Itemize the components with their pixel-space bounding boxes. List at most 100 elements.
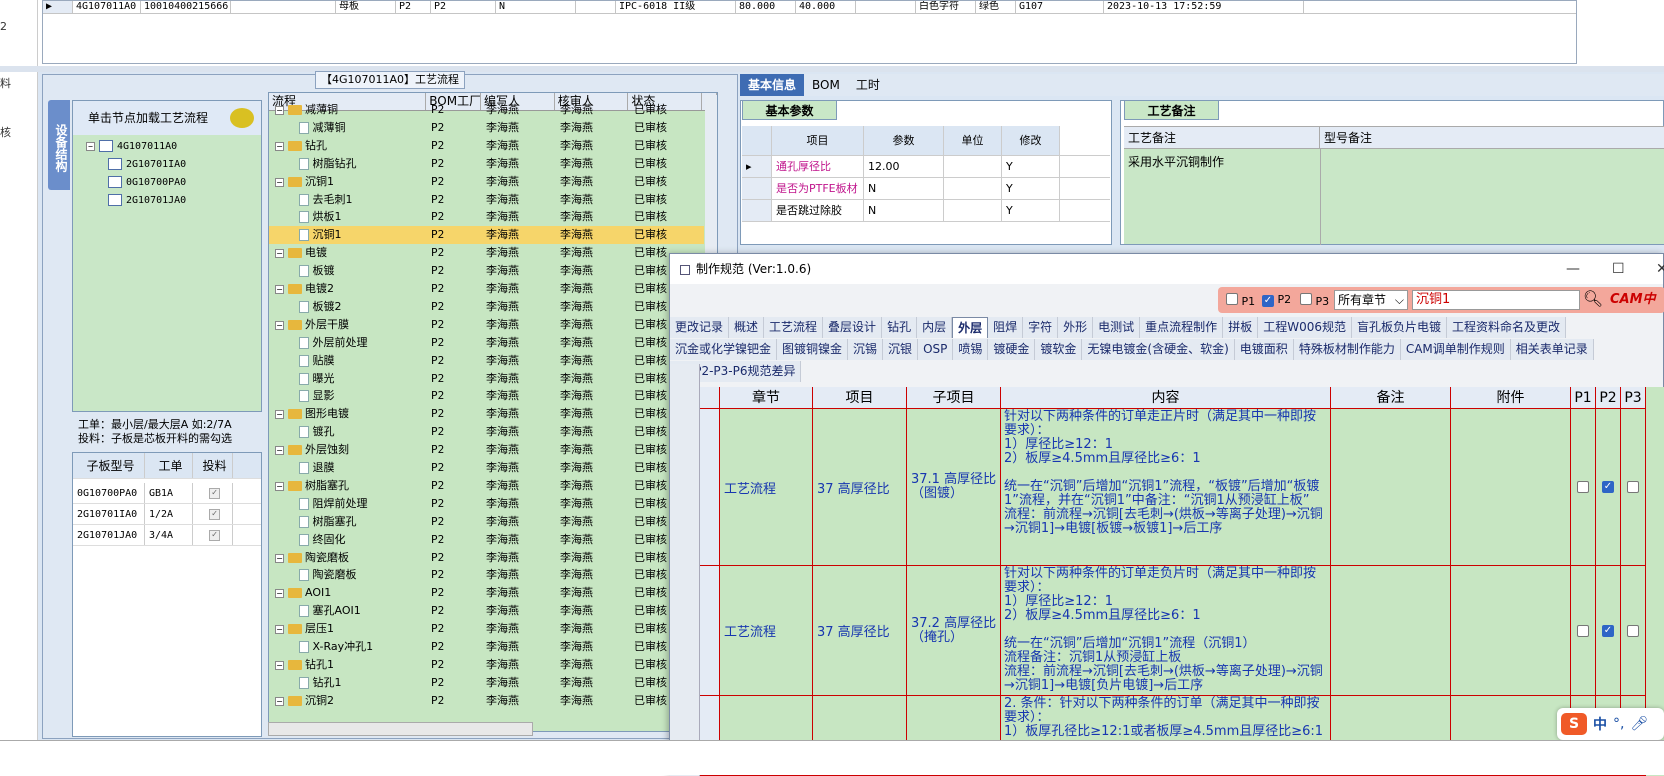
spec-tab[interactable]: 盲孔板负片电镀 — [1351, 317, 1447, 338]
spec-tab[interactable]: 重点流程制作 — [1140, 317, 1224, 338]
tab-hours[interactable]: 工时 — [848, 74, 888, 96]
tree-node[interactable]: 2G10701IA0 — [108, 156, 186, 172]
p-checkbox[interactable] — [1627, 481, 1639, 493]
p-checkbox[interactable] — [1577, 481, 1589, 493]
process-row[interactable]: 塞孔AOI1 P2 李海燕 李海燕 已审核 — [269, 602, 709, 620]
spec-row[interactable]: 工艺流程 37 高厚径比 37.1 高厚径比（图镀） 针对以下两种条件的订单走正片时（… — [700, 409, 1646, 566]
process-row[interactable]: 陶瓷磨板 P2 李海燕 李海燕 已审核 — [269, 566, 709, 584]
p1-filter[interactable]: P1 — [1226, 293, 1255, 308]
collapse-icon[interactable]: − — [275, 141, 284, 151]
spec-tab[interactable]: 镀软金 — [1035, 339, 1083, 360]
process-row[interactable]: 烘板1 P2 李海燕 李海燕 已审核 — [269, 208, 709, 226]
process-row[interactable]: 板镀2 P2 李海燕 李海燕 已审核 — [269, 298, 709, 316]
p-checkbox[interactable]: ✓ — [1602, 624, 1614, 637]
process-row[interactable]: 沉铜1 P2 李海燕 李海燕 已审核 — [269, 226, 709, 245]
spec-tab[interactable]: 工艺流程 — [764, 317, 824, 338]
spec-tab[interactable]: 电镀面积 — [1234, 339, 1294, 360]
process-row[interactable]: 树脂钻孔 P2 李海燕 李海燕 已审核 — [269, 155, 709, 173]
chapter-select[interactable]: 所有章节 ⌵ — [1334, 290, 1408, 310]
tree-node[interactable]: 2G10701JA0 — [108, 192, 186, 208]
tab-bom[interactable]: BOM — [804, 74, 848, 96]
spec-tab[interactable]: 字符 — [1023, 317, 1059, 338]
table-row[interactable]: 2G10701IA0 1/2A ✓ — [73, 504, 261, 525]
spec-tab[interactable]: 内层 — [917, 317, 953, 338]
process-row[interactable]: 曝光 P2 李海燕 李海燕 已审核 — [269, 370, 709, 388]
spec-tab[interactable]: 特殊板材制作能力 — [1293, 339, 1401, 360]
collapse-icon[interactable]: − — [275, 249, 284, 259]
process-hscrollbar[interactable] — [268, 722, 533, 736]
table-row[interactable]: 2G10701JA0 3/4A ✓ — [73, 525, 261, 546]
process-row[interactable]: 显影 P2 李海燕 李海燕 已审核 — [269, 387, 709, 405]
search-icon[interactable]: 🔍︎ — [1582, 289, 1604, 311]
process-remark[interactable]: 采用水平沉铜制作 — [1128, 153, 1224, 170]
process-row[interactable]: − 钻孔 P2 李海燕 李海燕 已审核 — [269, 137, 709, 155]
p-checkbox[interactable] — [1577, 624, 1589, 637]
process-row[interactable]: 去毛刺1 P2 李海燕 李海燕 已审核 — [269, 191, 709, 209]
process-row[interactable]: − 树脂塞孔 P2 李海燕 李海燕 已审核 — [269, 477, 709, 495]
param-row[interactable]: 是否跳过除胶 N Y — [742, 200, 1110, 222]
collapse-icon[interactable]: − — [275, 177, 284, 187]
process-row[interactable]: − 电镀 P2 李海燕 李海燕 已审核 — [269, 244, 709, 262]
basic-tabs[interactable]: 基本信息 BOM 工时 — [740, 74, 1664, 96]
spec-tab[interactable]: 相关表单记录 — [1510, 339, 1594, 360]
tab-basic-info[interactable]: 基本信息 — [740, 74, 805, 96]
ime-mode[interactable]: 中 — [1593, 714, 1607, 734]
spec-tab[interactable]: 电测试 — [1093, 317, 1141, 338]
collapse-icon[interactable]: − — [86, 141, 95, 151]
p2-filter[interactable]: ✓ P2 — [1262, 293, 1291, 307]
maximize-button[interactable]: ☐ — [1612, 254, 1625, 284]
p-checkbox[interactable] — [1627, 624, 1639, 637]
params-table[interactable]: 项目 参数 单位 修改 ▸ 通孔厚径比 12.00 Y 是否为PTFE板材 N Y 是否跳… — [742, 126, 1110, 222]
param-value[interactable]: 12.00 — [864, 156, 944, 177]
process-row[interactable]: 减薄铜 P2 李海燕 李海燕 已审核 — [269, 119, 709, 137]
collapse-icon[interactable]: − — [275, 625, 284, 635]
spec-tab[interactable]: 更改记录 — [670, 317, 730, 338]
process-row[interactable]: 树脂塞孔 P2 李海燕 李海燕 已审核 — [269, 513, 709, 531]
spec-tab[interactable]: 沉锡 — [848, 339, 884, 360]
tree-node[interactable]: 0G10700PA0 — [108, 174, 186, 190]
process-row[interactable]: − 层压1 P2 李海燕 李海燕 已审核 — [269, 620, 709, 638]
spec-tab[interactable]: 工程资料命名及更改 — [1447, 317, 1567, 338]
order-grid[interactable]: ▶ 4G107011A0 10010400215666 母板 P2 P2 N I… — [42, 0, 1577, 64]
process-row[interactable]: − 陶瓷磨板 P2 李海燕 李海燕 已审核 — [269, 549, 709, 567]
collapse-icon[interactable]: − — [275, 481, 284, 491]
collapse-icon[interactable]: − — [275, 553, 284, 563]
spec-tab[interactable]: 工程W006规范 — [1258, 317, 1352, 338]
spec-tab[interactable]: 外形 — [1058, 317, 1094, 338]
process-row[interactable]: 阻焊前处理 P2 李海燕 李海燕 已审核 — [269, 495, 709, 513]
collapse-icon[interactable]: − — [275, 285, 284, 294]
microphone-icon[interactable]: 🎤︎ — [1630, 716, 1648, 732]
process-row[interactable]: − 图形电镀 P2 李海燕 李海燕 已审核 — [269, 405, 709, 423]
process-row[interactable]: − 钻孔1 P2 李海燕 李海燕 已审核 — [269, 656, 709, 674]
spec-tab[interactable]: 镀硬金 — [988, 339, 1036, 360]
spec-tab[interactable]: 拼板 — [1223, 317, 1259, 338]
spec-tab[interactable]: 图镀铜镍金 — [777, 339, 849, 360]
spec-row[interactable]: 工艺流程 37 高厚径比 37.2 高厚径比（掩孔） 针对以下两种条件的订单走负片时（… — [700, 566, 1646, 696]
process-row[interactable]: 板镀 P2 李海燕 李海燕 已审核 — [269, 262, 709, 280]
tree-root[interactable]: − 4G107011A0 — [86, 138, 177, 154]
spec-tab[interactable]: 沉银 — [883, 339, 919, 360]
collapse-icon[interactable]: − — [275, 696, 284, 706]
feed-checkbox[interactable]: ✓ — [209, 529, 220, 541]
process-row[interactable]: − 电镀2 P2 李海燕 李海燕 已审核 — [269, 280, 709, 298]
ime-punct[interactable]: °, — [1613, 716, 1624, 732]
spec-tab[interactable]: OSP — [918, 339, 954, 360]
subboard-grid[interactable]: 子板型号 工单 投料 0G10700PA0 GB1A ✓ 2G10701IA0 1/2… — [72, 452, 262, 737]
collapse-icon[interactable]: − — [275, 446, 284, 456]
spec-tab[interactable]: 叠层设计 — [823, 317, 883, 338]
search-input[interactable]: 沉铜1 — [1412, 290, 1580, 310]
process-row[interactable]: − 减薄铜 P2 李海燕 李海燕 已审核 — [269, 101, 709, 119]
process-row[interactable]: 终固化 P2 李海燕 李海燕 已审核 — [269, 531, 709, 549]
p-checkbox[interactable]: ✓ — [1602, 481, 1614, 493]
feed-checkbox[interactable]: ✓ — [209, 508, 220, 520]
process-grid[interactable]: 流程 BOM工厂 编写人 核审人 状态 I − 减薄铜P2李海燕李海燕已审核 减… — [268, 92, 718, 732]
collapse-icon[interactable]: − — [275, 589, 284, 599]
close-button[interactable]: ✕ — [1656, 254, 1664, 284]
ime-toolbar[interactable]: S 中 °, 🎤︎ — [1557, 708, 1664, 740]
collapse-icon[interactable]: − — [275, 660, 284, 670]
order-row[interactable]: ▶ 4G107011A0 10010400215666 母板 P2 P2 N I… — [43, 1, 1576, 14]
minimize-button[interactable]: — — [1566, 254, 1580, 284]
process-row[interactable]: 贴膜 P2 李海燕 李海燕 已审核 — [269, 352, 709, 370]
table-row[interactable]: 0G10700PA0 GB1A ✓ — [73, 483, 261, 504]
spec-tab[interactable]: 阻焊 — [988, 317, 1024, 338]
